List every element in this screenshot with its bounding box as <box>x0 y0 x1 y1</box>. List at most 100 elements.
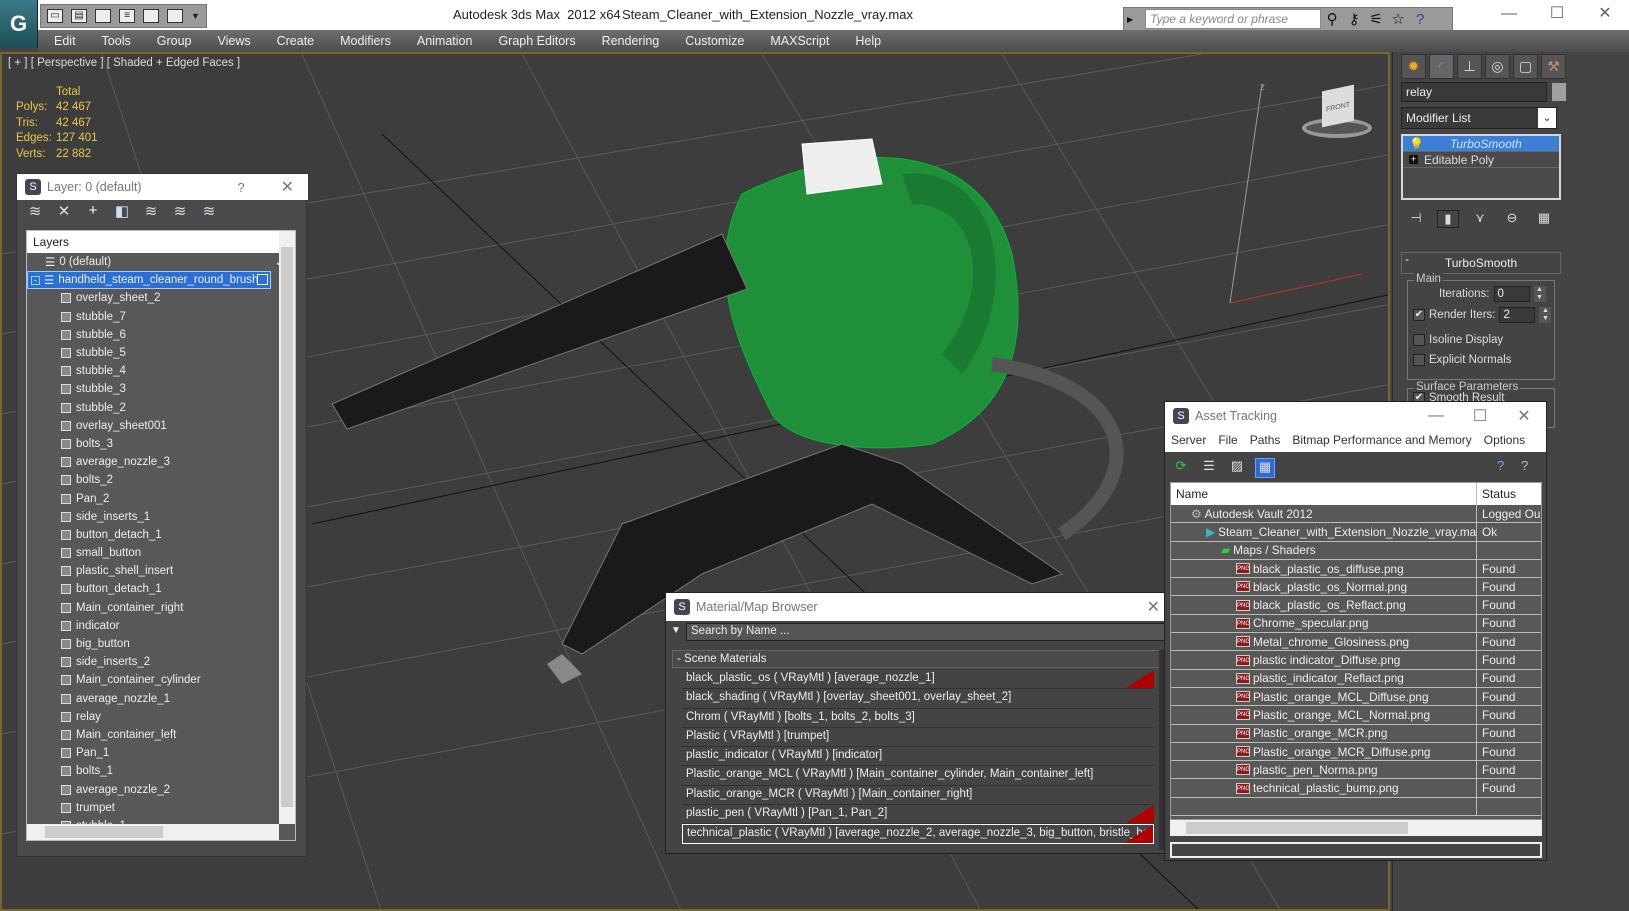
help-icon[interactable]: ? <box>237 180 244 195</box>
material-row[interactable]: Plastic ( VRayMtl ) [trumpet] <box>682 727 1154 748</box>
maximize-icon[interactable]: ☐ <box>1458 406 1502 426</box>
menu-maxscript[interactable]: MAXScript <box>770 34 829 48</box>
satellite-icon[interactable]: ⚟ <box>1365 10 1387 28</box>
layer-object-row[interactable]: overlay_sheet_2 <box>27 289 295 307</box>
layer-row-default[interactable]: ☰ 0 (default) ✓ <box>27 253 295 271</box>
material-row[interactable]: Chrom ( VRayMtl ) [bolts_1, bolts_2, bol… <box>682 708 1154 728</box>
layer-object-row[interactable]: trumpet <box>27 799 295 817</box>
explicit-normals-checkbox[interactable] <box>1413 354 1425 366</box>
layer-object-row[interactable]: stubble_6 <box>27 326 295 344</box>
layer-object-row[interactable]: plastic_shell_insert <box>27 562 295 580</box>
material-row[interactable]: Plastic_orange_MCL ( VRayMtl ) [Main_con… <box>682 766 1154 786</box>
layer-object-row[interactable]: side_inserts_1 <box>27 508 295 526</box>
modify-tab-icon[interactable]: ◜ <box>1429 54 1454 79</box>
minimize-icon[interactable]: — <box>1485 0 1533 30</box>
asset-row[interactable]: PNG black_plastic_os_Reflact.png Found <box>1171 596 1541 615</box>
viewport-label[interactable]: [ + ] [ Perspective ] [ Shaded + Edged F… <box>8 57 240 69</box>
layer-object-row[interactable]: bolts_2 <box>27 471 295 489</box>
close-icon[interactable]: ✕ <box>1502 406 1546 426</box>
binoculars-icon[interactable]: ⚲ <box>1321 10 1343 28</box>
close-icon[interactable]: ✕ <box>281 177 294 197</box>
turbosmooth-rollout-header[interactable]: TurboSmooth <box>1401 252 1561 274</box>
select-objects-icon[interactable]: ◧ <box>112 202 132 220</box>
utilities-tab-icon[interactable]: ⚒ <box>1541 54 1566 79</box>
spinner-arrows-icon[interactable]: ▲ ▼ <box>1533 286 1546 302</box>
asset-row[interactable] <box>1171 797 1541 817</box>
layer-object-row[interactable]: side_inserts_2 <box>27 653 295 671</box>
layer-object-row[interactable]: indicator <box>27 617 295 635</box>
layer-object-row[interactable]: stubble_2 <box>27 399 295 417</box>
menu-tools[interactable]: Tools <box>102 34 131 48</box>
isoline-display-checkbox[interactable] <box>1413 334 1425 346</box>
layer-row-selected[interactable]: - ☰ handheld_steam_cleaner_round_brush <box>27 271 271 290</box>
pin-stack-icon[interactable]: ⊣ <box>1405 210 1427 228</box>
layer-object-row[interactable]: Main_container_left <box>27 726 295 744</box>
asset-row[interactable]: PNG technical_plastic_bump.png Found <box>1171 779 1541 798</box>
material-row[interactable]: Plastic_orange_MCR ( VRayMtl ) [Main_con… <box>682 785 1154 806</box>
layer-object-row[interactable]: button_detach_1 <box>27 526 295 544</box>
layer-object-row[interactable]: stubble_4 <box>27 362 295 380</box>
menu-graph-editors[interactable]: Graph Editors <box>498 34 575 48</box>
menu-modifiers[interactable]: Modifiers <box>340 34 391 48</box>
material-row[interactable]: black_plastic_os ( VRayMtl ) [average_no… <box>682 670 1154 690</box>
modifier-list-dropdown[interactable]: Modifier List <box>1401 107 1557 129</box>
asset-row[interactable]: PNG plastic indicator_Diffuse.png Found <box>1171 651 1541 670</box>
asset-row[interactable]: ▰ Maps / Shaders <box>1171 541 1541 560</box>
asset-tracking-titlebar[interactable]: S Asset Tracking — ☐ ✕ <box>1165 402 1546 430</box>
asset-row[interactable]: PNG black_plastic_os_diffuse.png Found <box>1171 559 1541 579</box>
app-menu-button[interactable]: G <box>0 0 38 48</box>
asset-row[interactable]: ▶ Steam_Cleaner_with_Extension_Nozzle_vra… <box>1171 523 1541 542</box>
scroll-thumb[interactable] <box>281 247 293 807</box>
column-header-status[interactable]: Status <box>1477 483 1521 505</box>
chevron-down-icon[interactable]: ⌄ <box>1538 108 1556 128</box>
layer-render-checkbox[interactable] <box>257 274 268 285</box>
motion-tab-icon[interactable]: ◎ <box>1485 54 1510 79</box>
list-view-icon[interactable]: ☰ <box>1199 458 1219 478</box>
render-iters-checkbox[interactable]: ✔ <box>1413 309 1425 321</box>
make-unique-icon[interactable]: ⋎ <box>1469 210 1491 228</box>
create-layer-icon[interactable]: ≋ <box>25 202 45 220</box>
asset-row[interactable]: PNG Plastic_orange_MCR.png Found <box>1171 724 1541 743</box>
delete-layer-icon[interactable]: ✕ <box>54 202 74 220</box>
layer-object-row[interactable]: average_nozzle_3 <box>27 453 295 471</box>
layer-object-row[interactable]: stubble_5 <box>27 344 295 362</box>
new-icon[interactable] <box>95 9 111 23</box>
layer-object-row[interactable]: Pan_1 <box>27 744 295 762</box>
asset-menu-options[interactable]: Options <box>1484 433 1525 449</box>
open-icon[interactable]: ▭ <box>47 9 63 23</box>
menu-group[interactable]: Group <box>157 34 192 48</box>
object-color-swatch[interactable] <box>1552 83 1566 101</box>
column-header-name[interactable]: Name <box>1171 483 1477 505</box>
layer-vertical-scrollbar[interactable] <box>279 231 295 824</box>
create-tab-icon[interactable]: ✹ <box>1401 54 1426 79</box>
object-name-field[interactable]: relay <box>1401 82 1547 102</box>
material-browser-titlebar[interactable]: S Material/Map Browser ✕ <box>666 593 1166 621</box>
layer-object-row[interactable]: big_button <box>27 635 295 653</box>
asset-row[interactable]: PNG Plastic_orange_MCL_Diffuse.png Found <box>1171 687 1541 707</box>
close-icon[interactable]: ✕ <box>1581 0 1629 30</box>
iterations-input[interactable]: 0 <box>1493 286 1530 302</box>
highlight-layer-icon[interactable]: ≋ <box>170 202 190 220</box>
asset-row[interactable]: PNG plastic_indicator_Reflact.png Found <box>1171 669 1541 688</box>
menu-animation[interactable]: Animation <box>417 34 473 48</box>
menu-create[interactable]: Create <box>277 34 315 48</box>
asset-menu-paths[interactable]: Paths <box>1250 433 1281 449</box>
menu-rendering[interactable]: Rendering <box>602 34 660 48</box>
layer-dialog-titlebar[interactable]: S Layer: 0 (default) ? ✕ <box>17 174 308 200</box>
hold-icon[interactable] <box>143 9 159 23</box>
asset-row[interactable]: PNG plastic_pen_Norma.png Found <box>1171 761 1541 780</box>
save-icon[interactable]: ▤ <box>71 9 87 23</box>
maximize-icon[interactable]: ☐ <box>1533 0 1581 30</box>
collapse-icon[interactable]: - <box>31 275 40 285</box>
menu-views[interactable]: Views <box>217 34 250 48</box>
refresh-icon[interactable]: ⟳ <box>1171 458 1191 478</box>
layers-column-header[interactable]: Layers <box>27 231 295 253</box>
hierarchy-tab-icon[interactable]: ⊥ <box>1457 54 1482 79</box>
lightbulb-icon[interactable]: 💡 <box>1409 137 1424 151</box>
key-icon[interactable]: ⚷ <box>1343 10 1365 28</box>
options-menu-icon[interactable]: ▼ <box>671 625 681 636</box>
spinner-arrows-icon[interactable]: ▲ ▼ <box>1539 307 1552 323</box>
material-row[interactable]: technical_plastic ( VRayMtl ) [average_n… <box>682 824 1154 844</box>
collapse-icon[interactable]: - <box>1405 252 1409 266</box>
asset-row[interactable]: PNG Metal_chrome_Glosiness.png Found <box>1171 633 1541 652</box>
